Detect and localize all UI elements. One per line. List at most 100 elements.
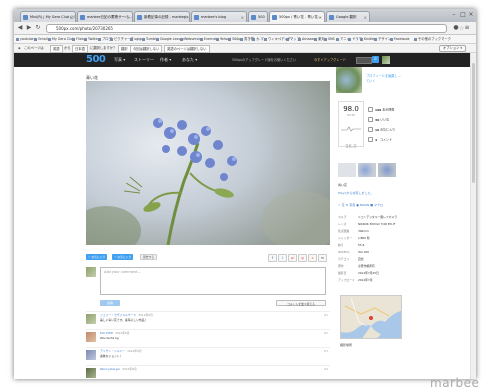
comment-row: アリサン・シルドー 2012年8月 素敵なショット！ #3 [86, 347, 330, 363]
bookmark[interactable]: Flickr [72, 35, 85, 43]
bookmark[interactable]: Amazon [298, 35, 315, 43]
close-tab-icon[interactable]: × [364, 12, 367, 22]
sort-comments-button[interactable]: コメントを並べ替える [276, 300, 326, 306]
exif-value: 1/800 秒 [358, 236, 370, 240]
tab-2[interactable]: marbee日記の蓄積サーバ... × [77, 11, 133, 22]
report-button[interactable]: 報告する [140, 254, 158, 260]
back-icon[interactable]: ◀ [16, 24, 24, 32]
nav-stories[interactable]: ストーリー [134, 53, 154, 67]
location-label[interactable]: Tokyoから共有しました。 [338, 191, 373, 195]
facebook-share-icon[interactable]: f [268, 254, 277, 262]
page-scrollbar[interactable] [470, 53, 476, 379]
bookmark[interactable]: Gmail [34, 35, 48, 43]
pinterest-share-icon[interactable]: p [288, 254, 297, 262]
forward-icon[interactable]: ▶ [25, 24, 33, 32]
tab-4[interactable]: marbee's blog × [191, 11, 247, 22]
url-text: 500px.com/photo/20730265 [56, 26, 113, 31]
related-thumb[interactable] [338, 163, 356, 177]
avatar[interactable] [86, 332, 96, 342]
translate-button[interactable]: 翻訳 [118, 45, 131, 53]
reload-icon[interactable]: ↻ [34, 24, 42, 32]
bookmark[interactable]: Kindle [360, 35, 374, 43]
related-thumb[interactable] [378, 163, 396, 177]
bookmark[interactable]: Twitter [84, 35, 99, 43]
flower-photo-image [86, 81, 330, 245]
close-tab-icon[interactable]: × [241, 12, 244, 22]
upgrade-link[interactable]: 今すぐアップグレード [314, 53, 346, 67]
tab-1[interactable]: Mixi(R) | My Gero Club (ジオロ...× [20, 11, 76, 22]
author-profile-link[interactable]: プロフィールを編集し... ていく [366, 74, 401, 84]
close-tab-icon[interactable]: × [319, 12, 322, 22]
close-tab-icon[interactable]: × [70, 12, 73, 22]
exif-value: ISO 200 [358, 250, 370, 254]
tab-5-label: 500 [258, 15, 265, 19]
favicon-icon [23, 15, 28, 20]
mail-share-icon[interactable]: m [318, 254, 327, 262]
site-logo[interactable]: 500 [86, 54, 106, 66]
location-map[interactable] [340, 295, 402, 339]
bookmark[interactable]: Tumblr [142, 35, 157, 43]
target-lang-select[interactable]: 日本語 [72, 45, 88, 53]
comment-icon [368, 137, 373, 142]
comment-author[interactable]: アリサン・シルドー 2012年8月 [100, 349, 142, 353]
bookmark[interactable]: youtube [16, 35, 34, 43]
stumble-share-icon[interactable]: s [308, 254, 317, 262]
bookmark[interactable]: SNS [324, 35, 335, 43]
exif-value: 2012年7月25日 [358, 271, 379, 275]
tab-3[interactable]: 新着記事の記録 - marbee's... × [134, 11, 190, 22]
wrench-menu-icon[interactable]: ≡ [463, 24, 471, 32]
tab-6-active[interactable]: 500px / 青い花 - 青い花... × [269, 11, 325, 22]
comment-row: ジェリー・ウヴァルルサード 2012年8月 美しい青い花です。素晴らしい作品！ #… [86, 311, 330, 327]
extension-icon[interactable]: ● [452, 24, 460, 32]
nav-photos[interactable]: 写真 ▾ [114, 53, 125, 67]
comment-author[interactable]: ジェリー・ウヴァルルサード 2012年8月 [100, 313, 153, 317]
comment-author[interactable]: ELK PIXIE 2012年8月 [100, 331, 130, 335]
nav-authors[interactable]: 作者 ▾ [160, 53, 171, 67]
browser-toolbar: ◀ ▶ ↻ 500px.com/photo/20730265 ☆ ● ≡ [14, 22, 476, 35]
maximize-icon[interactable]: □ [459, 11, 467, 19]
minimize-icon[interactable]: – [450, 11, 458, 19]
never-translate-button[interactable]: 英語のページは翻訳しない [164, 45, 210, 53]
close-window-icon[interactable]: × [467, 11, 475, 19]
comment-text: 素敵なショット！ [100, 354, 123, 358]
bookmark-folder[interactable]: その他のブックマーク [414, 35, 451, 43]
avatar[interactable] [86, 368, 96, 378]
bookmark[interactable]: My Gero Club [48, 35, 74, 43]
main-photo[interactable] [86, 81, 330, 245]
bookmark[interactable]: 楽天 [314, 35, 325, 43]
upgrade-note: 500pxのアップグレード版をお使いください [232, 58, 297, 62]
bookmark[interactable]: デザイン [374, 35, 391, 43]
source-lang-select[interactable]: 英語 [50, 45, 63, 53]
tag-row[interactable]: ☆ 花 ★ 写真 ● NIKON ■ マクロ [338, 203, 383, 207]
nav-you[interactable]: あなた ▾ [182, 53, 197, 67]
favorite-button[interactable]: ☆ お気に入り [112, 254, 134, 260]
no-translate-button[interactable]: 今回は翻訳しない [130, 45, 163, 53]
bookmark[interactable]: カ-マ [252, 35, 264, 43]
comment-number: #1 [323, 313, 328, 317]
exif-label: 絞り [338, 243, 344, 247]
close-tab-icon[interactable]: × [127, 12, 130, 22]
search-input[interactable] [356, 57, 372, 64]
exif-value: f/5.6 [358, 243, 365, 247]
avatar[interactable] [86, 350, 96, 360]
comment-author[interactable]: Pablo Jaberger 2012年8月 [100, 367, 137, 371]
avatar[interactable] [86, 314, 96, 324]
address-bar[interactable]: 500px.com/photo/20730265 ☆ [46, 24, 464, 33]
comment-input[interactable]: Add your comment... [100, 267, 326, 295]
translate-options-button[interactable]: オプション ▾ [438, 45, 466, 52]
tab-7[interactable]: Google 翻訳 × [326, 11, 370, 22]
tab-5[interactable]: 500 [248, 11, 268, 22]
favicon-icon [329, 15, 334, 20]
scrollbar-thumb[interactable] [472, 63, 475, 183]
favicon-icon [272, 15, 277, 20]
search-icon[interactable]: ⌕ [372, 56, 379, 63]
twitter-share-icon[interactable]: t [278, 254, 287, 262]
close-tab-icon[interactable]: × [184, 12, 187, 22]
bookmark[interactable]: Facebook [390, 35, 410, 43]
author-thumbnail[interactable] [336, 67, 362, 93]
like-button[interactable]: ♡ お気に入り [86, 254, 108, 260]
avatar[interactable] [382, 56, 390, 64]
related-thumb[interactable] [358, 163, 376, 177]
google-share-icon[interactable]: g [298, 254, 307, 262]
post-comment-button[interactable]: 投稿 [100, 300, 120, 306]
